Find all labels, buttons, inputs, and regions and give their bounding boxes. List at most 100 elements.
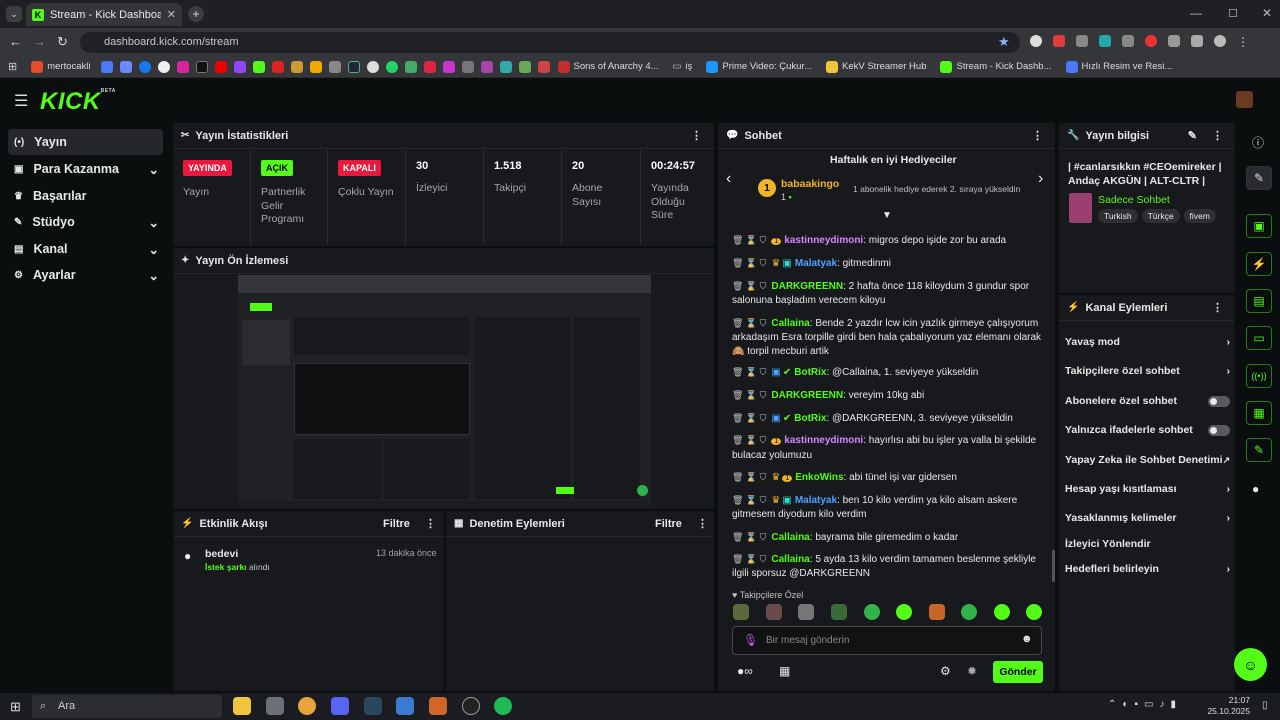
bookmark-kick-dashboard[interactable]: Stream - Kick Dashb... bbox=[940, 60, 1052, 73]
bookmark-icon[interactable] bbox=[271, 60, 284, 73]
tag-chip[interactable]: Turkish bbox=[1098, 209, 1138, 223]
more-options-icon[interactable]: ⋮ bbox=[425, 517, 436, 530]
extension-icon[interactable] bbox=[1030, 35, 1042, 47]
chat-bubble-icon[interactable]: ▭ bbox=[1246, 326, 1272, 350]
network-app-icon[interactable] bbox=[396, 697, 414, 715]
obs-icon[interactable] bbox=[462, 697, 480, 715]
forward-icon[interactable]: → bbox=[33, 34, 46, 49]
chat-message[interactable]: 🗑 ⌛ ⛉ ▣ ✔ BotRix: @DARKGREENN, 3. seviyeye … bbox=[732, 411, 1048, 426]
chat-username[interactable]: kastinneydimoni bbox=[784, 235, 863, 246]
chevron-right-icon[interactable]: › bbox=[1038, 170, 1043, 188]
community-icon[interactable]: ●∞ bbox=[737, 664, 753, 678]
bookmark-icon[interactable] bbox=[404, 60, 417, 73]
x-icon[interactable] bbox=[195, 60, 208, 73]
reload-icon[interactable]: ↻ bbox=[57, 34, 68, 50]
chat-username[interactable]: Malatyak bbox=[795, 495, 837, 506]
edit-layout-icon[interactable]: ✎ bbox=[1246, 166, 1272, 190]
bookmark-icon[interactable] bbox=[461, 60, 474, 73]
apps-grid-icon[interactable]: ⊞ bbox=[8, 60, 17, 73]
toggle-switch[interactable] bbox=[1208, 424, 1230, 436]
whatsapp-icon[interactable] bbox=[385, 60, 398, 73]
chrome-icon[interactable] bbox=[298, 697, 316, 715]
mod-actions-icon[interactable]: 🗑 ⌛ ⛉ bbox=[732, 279, 766, 293]
mod-actions-icon[interactable]: 🗑 ⌛ ⛉ bbox=[732, 433, 766, 447]
mod-actions-icon[interactable]: 🗑 ⌛ ⛉ bbox=[732, 316, 766, 330]
mod-actions-icon[interactable]: 🗑 ⌛ ⛉ bbox=[732, 411, 766, 425]
layout-icon[interactable]: ▦ bbox=[1246, 401, 1272, 425]
minimize-icon[interactable]: — bbox=[1190, 6, 1202, 20]
action-yavas-mod[interactable]: Yavaş mod › bbox=[1065, 332, 1230, 352]
emote-icon[interactable] bbox=[831, 604, 847, 620]
windows-start-icon[interactable]: ⊞ bbox=[10, 699, 21, 715]
mod-actions-icon[interactable]: 🗑 ⌛ ⛉ bbox=[732, 388, 766, 402]
calculator-icon[interactable] bbox=[266, 697, 284, 715]
support-chat-icon[interactable]: ☺ bbox=[1234, 648, 1267, 681]
chat-settings-icon[interactable]: ⚙ bbox=[940, 664, 951, 678]
emote-icon[interactable] bbox=[798, 604, 814, 620]
puzzle-icon[interactable] bbox=[1168, 35, 1180, 47]
category-thumbnail[interactable] bbox=[1069, 193, 1092, 223]
mic-icon[interactable]: 🎙 bbox=[743, 633, 758, 647]
volume-icon[interactable]: ♪ bbox=[1159, 699, 1164, 710]
chat-username[interactable]: Callaina bbox=[771, 532, 809, 543]
sidebar-item-yayin[interactable]: (•) Yayın bbox=[8, 129, 163, 155]
network-icon[interactable]: ▭ bbox=[1144, 699, 1153, 710]
chat-message[interactable]: 🗑 ⌛ ⛉ ♛ ▣ Malatyak: gitmedinmi bbox=[732, 256, 1048, 271]
mod-actions-icon[interactable]: 🗑 ⌛ ⛉ bbox=[732, 552, 766, 566]
new-tab-button[interactable]: + bbox=[188, 6, 204, 22]
notification-icon[interactable]: ▯ bbox=[1262, 700, 1268, 711]
instagram-icon[interactable] bbox=[176, 60, 189, 73]
bookmark-folder-is[interactable]: ▭ iş bbox=[673, 61, 693, 72]
kick-icon[interactable] bbox=[252, 60, 265, 73]
bookmark-icon[interactable] bbox=[537, 60, 550, 73]
tag-chip[interactable]: Türkçe bbox=[1141, 209, 1180, 223]
close-tab-icon[interactable]: ✕ bbox=[167, 8, 176, 21]
edit-icon[interactable]: ✎ bbox=[1188, 129, 1197, 142]
mod-actions-icon[interactable]: 🗑 ⌛ ⛉ bbox=[732, 233, 766, 247]
back-icon[interactable]: ← bbox=[9, 34, 22, 49]
chat-message[interactable]: 🗑 ⌛ ⛉ 1 kastinneydimoni: hayırlısı abi bu … bbox=[732, 433, 1048, 463]
paint-app-icon[interactable] bbox=[429, 697, 447, 715]
chat-username[interactable]: BotRix bbox=[794, 413, 826, 424]
kick-logo[interactable]: KICKBETA bbox=[40, 88, 116, 116]
hamburger-menu-icon[interactable]: ☰ bbox=[14, 91, 28, 111]
action-hesap-yasi[interactable]: Hesap yaşı kısıtlaması › bbox=[1065, 479, 1230, 499]
headset-icon[interactable]: ◐ bbox=[1122, 699, 1128, 710]
toggle-switch[interactable] bbox=[1208, 395, 1230, 407]
action-takipcilere-ozel[interactable]: Takipçilere özel sohbet › bbox=[1065, 361, 1230, 381]
tray-chevron-icon[interactable]: ⌃ bbox=[1108, 699, 1116, 710]
chat-message[interactable]: 🗑 ⌛ ⛉ Callaina: bayrama bile giremedim o … bbox=[732, 530, 1048, 545]
tag-chip[interactable]: fivem bbox=[1183, 209, 1216, 223]
reading-list-icon[interactable] bbox=[1191, 35, 1203, 47]
mod-actions-icon[interactable]: 🗑 ⌛ ⛉ bbox=[732, 493, 766, 507]
chat-username[interactable]: BotRix bbox=[794, 367, 826, 378]
profile-icon[interactable] bbox=[1214, 35, 1226, 47]
chat-username[interactable]: DARKGREENN bbox=[771, 390, 843, 401]
bookmark-icon[interactable] bbox=[442, 60, 455, 73]
mod-actions-icon[interactable]: 🗑 ⌛ ⛉ bbox=[732, 530, 766, 544]
emote-icon[interactable] bbox=[864, 604, 880, 620]
bookmark-icon[interactable] bbox=[290, 60, 303, 73]
extension-icon[interactable] bbox=[1099, 35, 1111, 47]
chat-message[interactable]: 🗑 ⌛ ⛉ ▣ ✔ BotRix: @Callaina, 1. seviyeye yü… bbox=[732, 365, 1048, 380]
close-window-icon[interactable]: ✕ bbox=[1262, 6, 1272, 20]
category-name[interactable]: Sadece Sohbet bbox=[1098, 194, 1170, 206]
mod-actions-icon[interactable]: 🗑 ⌛ ⛉ bbox=[732, 365, 766, 379]
emote-icon[interactable] bbox=[733, 604, 749, 620]
filter-button[interactable]: Filtre bbox=[655, 518, 682, 530]
google-icon[interactable] bbox=[157, 60, 170, 73]
lightning-icon[interactable]: ⚡ bbox=[1246, 252, 1272, 276]
extension-icon[interactable] bbox=[1076, 35, 1088, 47]
action-ifadelerle-sohbet[interactable]: Yalnızca ifadelerle sohbet bbox=[1065, 420, 1230, 440]
action-yasakli-kelimeler[interactable]: Yasaklanmış kelimeler › bbox=[1065, 508, 1230, 528]
store-icon[interactable]: ▦ bbox=[779, 664, 790, 678]
more-options-icon[interactable]: ⋮ bbox=[1032, 129, 1043, 142]
chat-username[interactable]: DARKGREENN bbox=[771, 281, 843, 292]
discord-icon[interactable] bbox=[331, 697, 349, 715]
emoji-icon[interactable]: ☻ bbox=[1021, 633, 1033, 645]
user-avatar[interactable] bbox=[1236, 91, 1253, 108]
chat-username[interactable]: Callaina bbox=[771, 554, 809, 565]
chat-message[interactable]: 🗑 ⌛ ⛉ Callaina: 5 ayda 13 kilo verdim tam… bbox=[732, 552, 1048, 581]
chat-username[interactable]: Malatyak bbox=[795, 258, 837, 269]
menu-kebab-icon[interactable]: ⋮ bbox=[1237, 35, 1249, 49]
